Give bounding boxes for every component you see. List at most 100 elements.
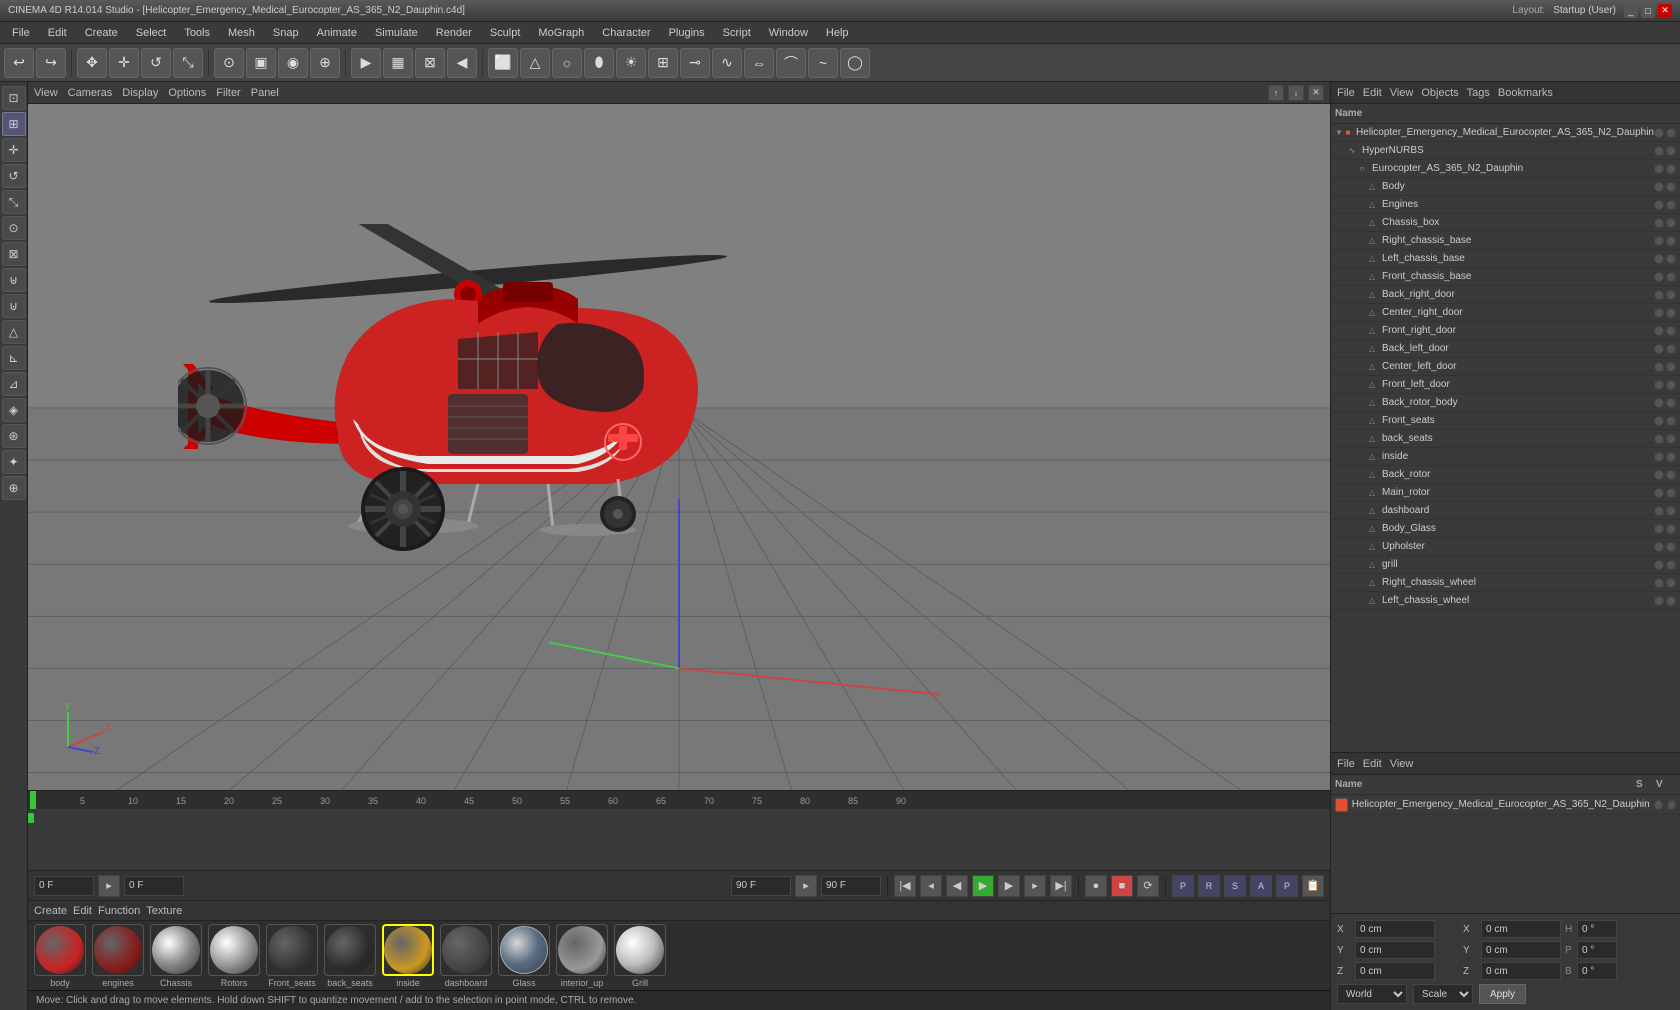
mat-strip-item-1[interactable]: engines xyxy=(92,924,144,988)
obj-render-dot-0[interactable] xyxy=(1666,146,1676,156)
timeline-track[interactable] xyxy=(28,809,1330,870)
menu-file[interactable]: File xyxy=(4,25,38,41)
obj-vis-dot-7[interactable] xyxy=(1654,272,1664,282)
tool-btn-0[interactable]: ⊡ xyxy=(2,86,26,110)
tool-btn-15[interactable]: ⊕ xyxy=(2,476,26,500)
obj-render-dot-17[interactable] xyxy=(1666,452,1676,462)
viewport-toolbar-panel[interactable]: Panel xyxy=(251,87,279,99)
pos-key-btn[interactable]: P xyxy=(1172,875,1194,897)
menu-create[interactable]: Create xyxy=(77,25,126,41)
viewport-toolbar-cameras[interactable]: Cameras xyxy=(68,87,113,99)
obj-vis-dot-22[interactable] xyxy=(1654,542,1664,552)
mat-texture-menu[interactable]: Texture xyxy=(146,905,182,917)
toolbar-btn-bones[interactable]: ⊸ xyxy=(680,48,710,78)
mat-strip-item-7[interactable]: dashboard xyxy=(440,924,492,988)
mat-strip-item-6[interactable]: inside xyxy=(382,924,434,988)
obj-render-dot-24[interactable] xyxy=(1666,578,1676,588)
scale-select[interactable]: Scale xyxy=(1413,984,1473,1004)
go-start-button[interactable]: |◀ xyxy=(894,875,916,897)
menu-script[interactable]: Script xyxy=(715,25,759,41)
menu-character[interactable]: Character xyxy=(594,25,658,41)
h-field[interactable]: 0 ° xyxy=(1577,920,1617,938)
obj-vis-dot-0[interactable] xyxy=(1654,146,1664,156)
x-pos-field[interactable]: 0 cm xyxy=(1355,920,1435,938)
tool-btn-9[interactable]: △ xyxy=(2,320,26,344)
tool-btn-5[interactable]: ⊙ xyxy=(2,216,26,240)
menu-snap[interactable]: Snap xyxy=(265,25,307,41)
toolbar-btn-cube[interactable]: ⬜ xyxy=(488,48,518,78)
material-list[interactable]: Helicopter_Emergency_Medical_Eurocopter_… xyxy=(1331,795,1680,913)
toolbar-btn-lasso[interactable]: ⊕ xyxy=(310,48,340,78)
obj-render-dot-19[interactable] xyxy=(1666,488,1676,498)
obj-vis-dot-13[interactable] xyxy=(1654,380,1664,390)
end-frame-field[interactable]: 90 F xyxy=(731,876,791,896)
mat-row-dot2-0[interactable] xyxy=(1667,800,1676,810)
obj-item-14[interactable]: △ Back_rotor_body xyxy=(1331,394,1680,412)
toolbar-btn-scale[interactable]: ⤡ xyxy=(173,48,203,78)
tool-btn-6[interactable]: ⊠ xyxy=(2,242,26,266)
obj-vis-dot-4[interactable] xyxy=(1654,218,1664,228)
p-field[interactable]: 0 ° xyxy=(1577,941,1617,959)
obj-render-dot-6[interactable] xyxy=(1666,254,1676,264)
current-frame-field[interactable]: 0 F xyxy=(34,876,94,896)
obj-item-12[interactable]: △ Center_left_door xyxy=(1331,358,1680,376)
menu-simulate[interactable]: Simulate xyxy=(367,25,426,41)
frame-input-btn[interactable]: ▸ xyxy=(98,875,120,897)
obj-vis-dot-15[interactable] xyxy=(1654,416,1664,426)
toolbar-btn-camera[interactable]: ⊞ xyxy=(648,48,678,78)
obj-item-6[interactable]: △ Left_chassis_base xyxy=(1331,250,1680,268)
record-btn[interactable]: ● xyxy=(1085,875,1107,897)
menu-tools[interactable]: Tools xyxy=(176,25,218,41)
obj-item-24[interactable]: △ Right_chassis_wheel xyxy=(1331,574,1680,592)
obj-render-dot-13[interactable] xyxy=(1666,380,1676,390)
tool-btn-3[interactable]: ↺ xyxy=(2,164,26,188)
obj-render-dot-18[interactable] xyxy=(1666,470,1676,480)
all-key-btn[interactable]: A xyxy=(1250,875,1272,897)
mm-tb-file[interactable]: File xyxy=(1337,758,1355,770)
viewport-corner-btn-2[interactable]: ✕ xyxy=(1308,85,1324,101)
obj-vis-dot-5[interactable] xyxy=(1654,236,1664,246)
mat-strip-item-2[interactable]: Chassis xyxy=(150,924,202,988)
mat-strip-item-10[interactable]: Grill xyxy=(614,924,666,988)
tool-btn-10[interactable]: ⊾ xyxy=(2,346,26,370)
obj-vis-dot-17[interactable] xyxy=(1654,452,1664,462)
mat-function-menu[interactable]: Function xyxy=(98,905,140,917)
obj-item-2[interactable]: △ Body xyxy=(1331,178,1680,196)
stop-btn[interactable]: ■ xyxy=(1111,875,1133,897)
y-pos-field[interactable]: 0 cm xyxy=(1355,941,1435,959)
toolbar-btn-cone[interactable]: △ xyxy=(520,48,550,78)
toolbar-btn-sphere[interactable]: ○ xyxy=(552,48,582,78)
viewport-toolbar-options[interactable]: Options xyxy=(168,87,206,99)
obj-render-dot-10[interactable] xyxy=(1666,326,1676,336)
obj-vis-dot-6[interactable] xyxy=(1654,254,1664,264)
menu-mograph[interactable]: MoGraph xyxy=(530,25,592,41)
mat-strip-item-0[interactable]: body xyxy=(34,924,86,988)
toolbar-btn-sym[interactable]: ⇔ xyxy=(744,48,774,78)
tool-btn-14[interactable]: ✦ xyxy=(2,450,26,474)
obj-vis-dot-1[interactable] xyxy=(1654,164,1664,174)
obj-item-4[interactable]: △ Chassis_box xyxy=(1331,214,1680,232)
toolbar-btn-redo[interactable]: ↪ xyxy=(36,48,66,78)
obj-render-dot-14[interactable] xyxy=(1666,398,1676,408)
end-frame-field2[interactable]: 90 F xyxy=(821,876,881,896)
mat-strip-item-3[interactable]: Rotors xyxy=(208,924,260,988)
close-button[interactable]: ✕ xyxy=(1658,4,1672,18)
obj-tb-bookmarks[interactable]: Bookmarks xyxy=(1498,87,1553,99)
menu-mesh[interactable]: Mesh xyxy=(220,25,263,41)
toolbar-btn-selection[interactable]: ✥ xyxy=(77,48,107,78)
toolbar-btn-spline[interactable]: ⌒ xyxy=(776,48,806,78)
toolbar-btn-live-selection[interactable]: ⊙ xyxy=(214,48,244,78)
obj-item-10[interactable]: △ Front_right_door xyxy=(1331,322,1680,340)
toolbar-btn-cylinder[interactable]: ⬮ xyxy=(584,48,614,78)
viewport-toolbar-display[interactable]: Display xyxy=(122,87,158,99)
toolbar-btn-env[interactable]: ◯ xyxy=(840,48,870,78)
obj-item-17[interactable]: △ inside xyxy=(1331,448,1680,466)
obj-render-dot-4[interactable] xyxy=(1666,218,1676,228)
obj-vis-dot-11[interactable] xyxy=(1654,344,1664,354)
obj-render-dot-20[interactable] xyxy=(1666,506,1676,516)
obj-item-18[interactable]: △ Back_rotor xyxy=(1331,466,1680,484)
tool-btn-11[interactable]: ⊿ xyxy=(2,372,26,396)
obj-vis-dot-8[interactable] xyxy=(1654,290,1664,300)
obj-item-20[interactable]: △ dashboard xyxy=(1331,502,1680,520)
mat-strip-item-4[interactable]: Front_seats xyxy=(266,924,318,988)
